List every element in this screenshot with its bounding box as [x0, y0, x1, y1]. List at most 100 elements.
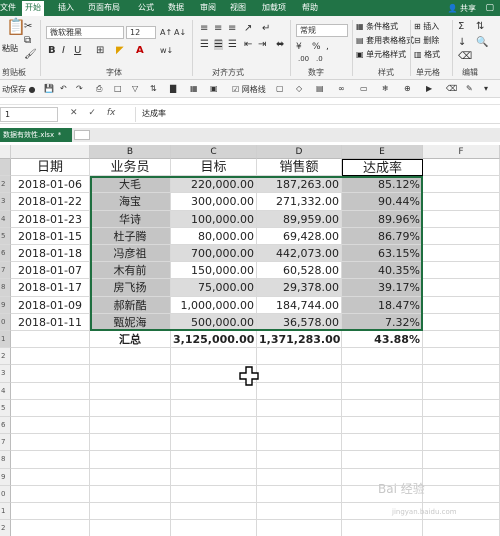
confirm-icon[interactable]: ✓ — [88, 108, 96, 118]
row-header[interactable]: 0 — [0, 313, 11, 331]
gridlines-toggle[interactable]: ☑ 网格线 — [232, 84, 266, 95]
table-cell[interactable]: 海宝 — [90, 193, 171, 211]
tab-help[interactable]: 帮助 — [302, 3, 318, 13]
total-cell[interactable] — [11, 331, 90, 349]
camera-icon[interactable]: ▢ — [276, 84, 284, 93]
tab-data[interactable]: 数据 — [168, 3, 184, 13]
number-format-box[interactable]: 常规 — [296, 24, 348, 37]
row-header[interactable]: 9 — [0, 296, 11, 314]
row-header[interactable]: 8 — [0, 279, 11, 297]
grid-cell[interactable] — [90, 468, 171, 486]
phonetic-icon[interactable]: w↓ — [160, 46, 173, 56]
align-top-icon[interactable]: ≡ — [200, 24, 208, 34]
table-cell[interactable]: 89,959.00 — [257, 210, 342, 228]
table-header-cell[interactable]: 达成率 — [342, 159, 423, 177]
grid-cell[interactable] — [11, 520, 90, 536]
grid-cell[interactable] — [257, 417, 342, 435]
grid-cell[interactable] — [11, 417, 90, 435]
sort-filter-icon[interactable]: ⇅ — [476, 22, 484, 32]
italic-icon[interactable]: I — [62, 46, 65, 56]
table-cell[interactable]: 冯彦祖 — [90, 245, 171, 263]
table-cell[interactable]: 1,000,000.00 — [171, 296, 257, 314]
column-header-b[interactable]: B — [90, 145, 171, 159]
table-cell[interactable]: 2018-01-06 — [11, 176, 90, 194]
table-cell[interactable]: 80,000.00 — [171, 227, 257, 245]
wrap-text-icon[interactable]: ↵ — [262, 24, 270, 34]
grid-cell[interactable] — [11, 365, 90, 383]
table-cell[interactable]: 60,528.00 — [257, 262, 342, 280]
grid-cell[interactable] — [423, 485, 500, 503]
table-cell[interactable]: 90.44% — [342, 193, 423, 211]
grid-cell[interactable] — [342, 382, 423, 400]
grid-cell[interactable] — [423, 365, 500, 383]
autosum-icon[interactable]: Σ — [458, 22, 464, 32]
increase-font-icon[interactable]: A↑ — [160, 28, 172, 38]
grid-cell[interactable] — [11, 434, 90, 452]
grid-cell[interactable] — [342, 348, 423, 366]
table-cell[interactable]: 184,744.00 — [257, 296, 342, 314]
comment-add-icon[interactable]: ▭ — [360, 84, 368, 93]
cut-icon[interactable]: ✂ — [24, 22, 32, 32]
grid-cell[interactable] — [257, 503, 342, 521]
share-button[interactable]: 👤 共享 — [447, 3, 476, 14]
table-cell[interactable]: 29,378.00 — [257, 279, 342, 297]
workbook-tab[interactable]: 数据有效性.xlsx * — [0, 128, 72, 142]
total-cell[interactable]: 43.88% — [342, 331, 423, 349]
bold-icon[interactable]: B — [48, 46, 56, 56]
grid-cell[interactable] — [90, 382, 171, 400]
grid-cell[interactable] — [171, 434, 257, 452]
fx-icon[interactable]: fx — [107, 108, 116, 118]
grid-cell[interactable] — [423, 193, 500, 211]
row-header[interactable]: 0 — [0, 485, 11, 503]
row-header[interactable]: 7 — [0, 262, 11, 280]
tab-home[interactable]: 开始 — [22, 1, 44, 16]
grid-cell[interactable] — [11, 382, 90, 400]
macro-icon[interactable]: ▶ — [426, 84, 432, 93]
freeze-icon[interactable]: ❄ — [382, 84, 389, 93]
grid-cell[interactable] — [423, 434, 500, 452]
grid-cell[interactable] — [90, 348, 171, 366]
row-header[interactable]: 4 — [0, 382, 11, 400]
row-header[interactable]: 6 — [0, 245, 11, 263]
table-cell[interactable]: 40.35% — [342, 262, 423, 280]
table-cell[interactable]: 18.47% — [342, 296, 423, 314]
grid-cell[interactable] — [90, 451, 171, 469]
grid-cell[interactable] — [171, 399, 257, 417]
table-cell[interactable]: 2018-01-09 — [11, 296, 90, 314]
grid-cell[interactable] — [423, 520, 500, 536]
clear-icon[interactable]: ⌫ — [458, 52, 472, 62]
textbox-icon[interactable]: ▤ — [316, 84, 324, 93]
row-header[interactable]: 6 — [0, 417, 11, 435]
column-header-e[interactable]: E — [342, 145, 423, 159]
grid-cell[interactable] — [171, 348, 257, 366]
grid-cell[interactable] — [171, 451, 257, 469]
comma-icon[interactable]: , — [326, 42, 329, 52]
tab-insert[interactable]: 插入 — [58, 3, 74, 13]
table-cell[interactable]: 36,578.00 — [257, 313, 342, 331]
grid-cell[interactable] — [171, 417, 257, 435]
align-center-icon[interactable]: ☰ — [214, 40, 223, 50]
grid-cell[interactable] — [11, 468, 90, 486]
table-cell[interactable]: 69,428.00 — [257, 227, 342, 245]
insert-cells-button[interactable]: ⊞ 插入 — [414, 22, 439, 32]
table-cell[interactable]: 2018-01-07 — [11, 262, 90, 280]
name-box[interactable]: 1 — [0, 107, 58, 122]
table-cell[interactable]: 700,000.00 — [171, 245, 257, 263]
table-cell[interactable]: 220,000.00 — [171, 176, 257, 194]
underline-icon[interactable]: U — [74, 46, 81, 56]
grid-cell[interactable] — [257, 451, 342, 469]
decrease-font-icon[interactable]: A↓ — [174, 28, 186, 38]
undo-icon[interactable]: ↶ — [60, 84, 67, 93]
format-cells-button[interactable]: ▥ 格式 — [414, 50, 440, 60]
tab-view[interactable]: 视图 — [230, 3, 246, 13]
tab-addins[interactable]: 加载项 — [262, 3, 286, 13]
grid-cell[interactable] — [342, 434, 423, 452]
find-icon[interactable]: 🔍 — [476, 38, 488, 48]
grid-cell[interactable] — [423, 245, 500, 263]
percent-icon[interactable]: % — [312, 42, 321, 52]
grid-cell[interactable] — [423, 451, 500, 469]
grid-cell[interactable] — [171, 485, 257, 503]
table-cell[interactable]: 2018-01-15 — [11, 227, 90, 245]
increase-decimal-icon[interactable]: .00 — [298, 54, 309, 64]
table-cell[interactable]: 2018-01-23 — [11, 210, 90, 228]
